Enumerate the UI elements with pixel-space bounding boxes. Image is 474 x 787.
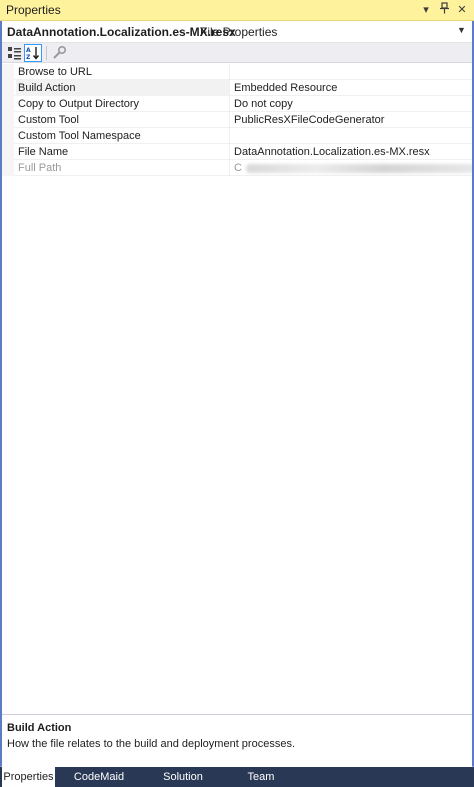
tab-codemaid-spade[interactable]: CodeMaid Spade (57, 767, 141, 787)
description-pane: Build Action How the file relates to the… (2, 715, 472, 767)
property-value[interactable]: PublicResXFileCodeGenerator (231, 112, 472, 128)
property-value[interactable]: Embedded Resource (231, 80, 472, 96)
tab-team-explorer[interactable]: Team Explorer (226, 767, 296, 787)
row-gutter (2, 128, 14, 144)
tab-properties[interactable]: Properties (2, 767, 55, 787)
property-row-custom-tool-namespace[interactable]: Custom Tool Namespace (2, 128, 472, 144)
full-path-visible-text: C (234, 162, 242, 174)
tab-solution-explorer[interactable]: Solution Explorer (142, 767, 224, 787)
property-row-build-action[interactable]: Build Action Embedded Resource (2, 80, 472, 96)
property-value[interactable] (231, 64, 472, 80)
window-position-dropdown-icon[interactable]: ▾ (419, 2, 433, 18)
row-gutter (2, 64, 14, 80)
description-text: How the file relates to the build and de… (7, 738, 295, 750)
chevron-down-icon[interactable]: ▼ (457, 25, 466, 35)
property-pages-icon[interactable] (50, 44, 68, 62)
object-selector[interactable]: DataAnnotation.Localization.es-MX.resx F… (2, 21, 472, 43)
row-gutter (2, 112, 14, 128)
window-title: Properties (6, 3, 61, 17)
property-value-redacted: C (231, 160, 472, 176)
properties-toolbar: A Z (2, 43, 472, 63)
close-icon[interactable]: ✕ (455, 2, 469, 18)
property-grid: Browse to URL Build Action Embedded Reso… (2, 64, 472, 176)
property-row-full-path[interactable]: Full Path C (2, 160, 472, 176)
toolbar-separator (46, 46, 47, 60)
property-name: Custom Tool Namespace (16, 128, 230, 144)
property-value[interactable]: Do not copy (231, 96, 472, 112)
property-name: Browse to URL (16, 64, 230, 80)
row-gutter (2, 80, 14, 96)
redacted-path-blur (245, 163, 472, 173)
row-gutter (2, 96, 14, 112)
svg-text:A: A (26, 47, 31, 54)
properties-title-bar[interactable]: Properties ▾ ✕ (0, 0, 474, 21)
row-gutter (2, 160, 14, 176)
object-type: File Properties (200, 25, 278, 39)
svg-text:Z: Z (26, 54, 31, 61)
property-value[interactable]: DataAnnotation.Localization.es-MX.resx (231, 144, 472, 160)
alphabetical-icon[interactable]: A Z (24, 44, 42, 62)
property-row-copy-to-output-directory[interactable]: Copy to Output Directory Do not copy (2, 96, 472, 112)
categorized-icon[interactable] (6, 44, 24, 62)
description-title: Build Action (7, 722, 72, 734)
pin-icon[interactable] (437, 2, 451, 18)
property-value[interactable] (231, 128, 472, 144)
property-name: Build Action (16, 80, 230, 96)
property-name: Full Path (16, 160, 230, 176)
property-row-file-name[interactable]: File Name DataAnnotation.Localization.es… (2, 144, 472, 160)
tool-window-tab-bar: Properties CodeMaid Spade Solution Explo… (0, 767, 474, 787)
property-name: File Name (16, 144, 230, 160)
property-row-custom-tool[interactable]: Custom Tool PublicResXFileCodeGenerator (2, 112, 472, 128)
row-gutter (2, 144, 14, 160)
property-name: Custom Tool (16, 112, 230, 128)
property-row-browse-to-url[interactable]: Browse to URL (2, 64, 472, 80)
property-name: Copy to Output Directory (16, 96, 230, 112)
